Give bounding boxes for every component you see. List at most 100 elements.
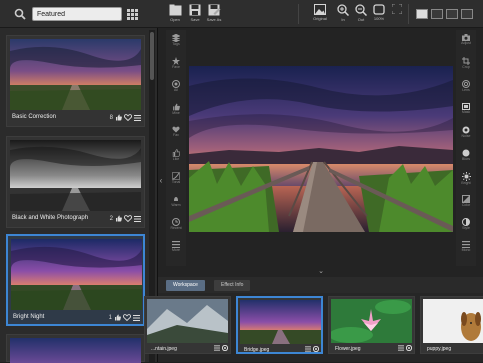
preset-title: Bright Night [13,314,45,320]
split-view-toggle[interactable] [431,9,443,19]
heart-icon [172,126,180,133]
mask-tool[interactable]: Mask [456,103,476,114]
adjust-tool[interactable]: Adjust [456,34,476,45]
star-icon [172,57,180,65]
color-icon [462,195,470,203]
save-button[interactable]: Save [185,4,205,26]
color-tool[interactable]: Color [456,195,476,207]
thumbs-up-icon[interactable] [115,215,122,222]
category-tags[interactable]: Tags [166,34,186,46]
fullscreen-button[interactable] [387,4,407,26]
mono-tool[interactable]: Mono [456,241,476,252]
list-icon [172,241,180,248]
save-as-icon [208,4,220,16]
tab-workspace[interactable]: Workspace [166,280,205,291]
heart-icon[interactable] [124,215,132,222]
file-name: Flower.jpeg [335,346,361,352]
category-mine[interactable]: Mine [166,103,186,115]
zoom-in-button[interactable]: In [333,4,353,26]
film-item[interactable]: ...ntain.jpeg [144,296,231,354]
close-circle-icon[interactable] [222,345,228,351]
file-name: puppy.jpeg [427,346,452,352]
stack-icon [172,34,180,42]
tool-label: Color [461,203,471,207]
category-label: Warm [171,203,181,207]
save-label: Save [190,17,200,22]
category-fav[interactable]: Fav [166,126,186,137]
image-icon [314,4,326,15]
save-as-button[interactable]: Save As [204,4,224,26]
brightness-tool[interactable]: Bright [456,172,476,185]
tool-label: Crop [462,65,470,69]
category-fave[interactable]: Fave [166,57,186,69]
collapse-bottom-panel-button[interactable]: ⌄ [316,268,326,276]
lens-tool[interactable]: Lens [456,80,476,92]
crop-tool[interactable]: Crop [456,57,476,69]
preset-card[interactable]: Black and White Photograph 2 [6,136,145,228]
close-circle-icon[interactable] [313,346,319,352]
menu-icon[interactable] [134,215,141,222]
menu-icon[interactable] [134,114,141,121]
fit-label: 100% [373,16,385,21]
thumbs-up-icon[interactable] [115,114,122,121]
open-label: Open [170,17,180,22]
category-label: More [172,248,180,252]
search-icon[interactable] [14,8,26,20]
preset-card-selected[interactable]: Bright Night 1 [6,234,145,326]
close-circle-icon[interactable] [406,345,412,351]
category-recent[interactable]: Recent [166,218,186,230]
preset-thumbnail [11,239,142,310]
thumbs-up-icon [173,103,180,111]
expand-icon [392,4,402,14]
list-icon [462,241,470,248]
category-strip: Tags Fave All Mine Fav Like Tonal Warm R… [166,30,186,266]
like-count: 8 [109,114,113,121]
single-view-toggle[interactable] [416,9,428,19]
open-button[interactable]: Open [165,4,185,26]
heart-icon[interactable] [124,114,132,121]
category-label: Fav [173,133,179,137]
menu-icon[interactable] [133,314,140,321]
thumbs-up-icon[interactable] [114,314,121,321]
category-like[interactable]: Like [166,149,186,161]
tab-effect-info[interactable]: Effect Info [214,280,251,291]
scrollbar-thumb[interactable] [150,32,154,80]
blur-icon [462,149,470,157]
camera-icon [462,34,470,41]
category-tonal[interactable]: Tonal [166,172,186,184]
heart-icon[interactable] [123,314,131,321]
preset-panel: Basic Correction 8 Black and Wh [0,0,158,363]
zoom-out-button[interactable]: Out [351,4,371,26]
noise-tool[interactable]: Noise [456,126,476,138]
menu-icon[interactable] [214,345,220,351]
category-more[interactable]: More [166,241,186,252]
main-photo [189,66,453,232]
lens-icon [462,80,470,88]
compare-view-toggle[interactable] [461,9,473,19]
app-window: Basic Correction 8 Black and Wh [0,0,483,363]
film-item-selected[interactable]: Bridge.jpeg [236,296,323,354]
preset-card[interactable] [6,334,145,363]
photo-canvas[interactable] [189,66,453,232]
category-all[interactable]: All [166,80,186,92]
search-input[interactable] [32,7,122,21]
preset-card[interactable]: Basic Correction 8 [6,35,145,127]
menu-icon[interactable] [305,346,311,352]
original-button[interactable]: Original [310,4,330,26]
fit-button[interactable]: 100% [369,4,389,26]
category-warm[interactable]: Warm [166,195,186,207]
collapse-left-panel-button[interactable]: ‹ [157,176,165,186]
category-label: Recent [170,226,182,230]
sun-icon [174,197,178,201]
mask-icon [462,103,470,110]
style-tool[interactable]: Style [456,218,476,230]
side-view-toggle[interactable] [446,9,458,19]
blur-tool[interactable]: Blurs [456,149,476,161]
zoom-in-icon [337,4,349,16]
grid-view-icon[interactable] [127,9,138,20]
tool-label: Style [462,226,470,230]
toolbar-divider [298,4,299,24]
film-item[interactable]: puppy.jpeg [420,296,483,354]
menu-icon[interactable] [398,345,404,351]
film-item[interactable]: Flower.jpeg [328,296,415,354]
